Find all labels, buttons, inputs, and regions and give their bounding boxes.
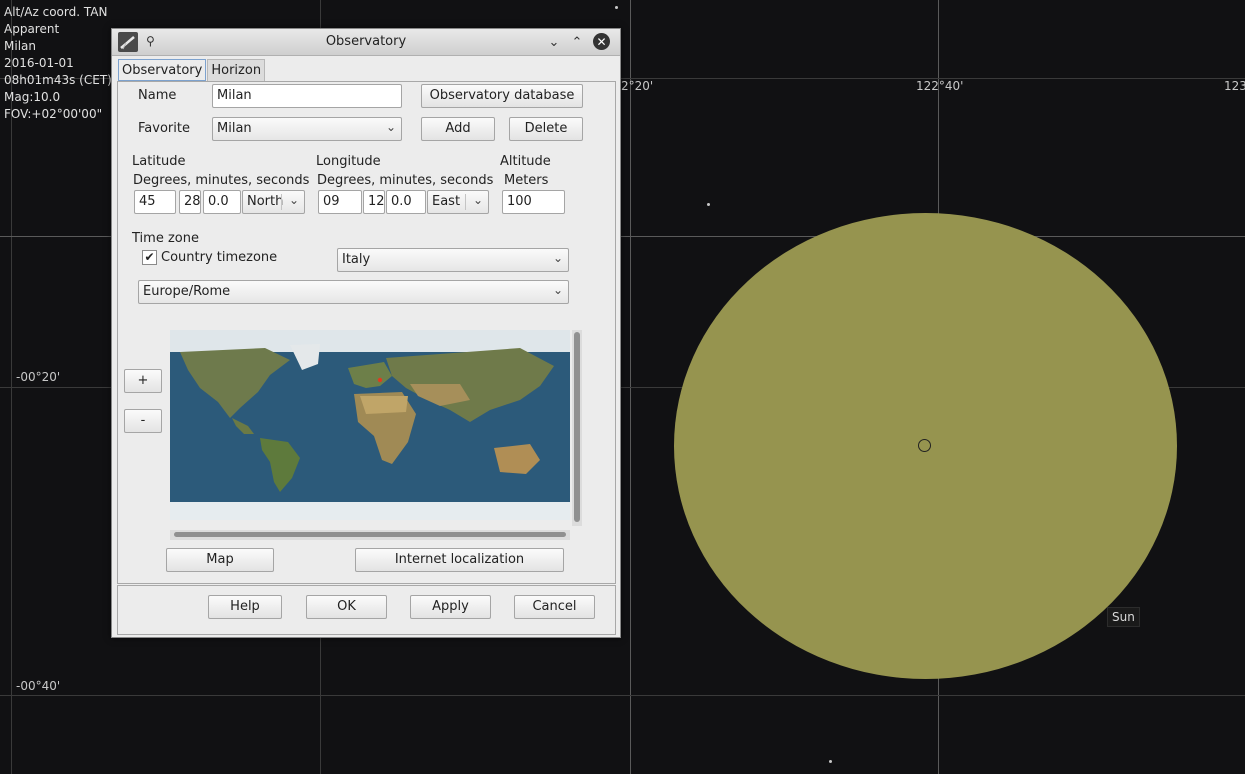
cancel-button[interactable]: Cancel xyxy=(514,595,595,619)
grid-line xyxy=(0,695,1245,696)
favorite-label: Favorite xyxy=(138,121,190,136)
longitude-minutes-input[interactable]: 12 xyxy=(363,190,385,214)
name-input[interactable]: Milan xyxy=(212,84,402,108)
info-mode: Apparent xyxy=(4,22,60,36)
timezone-select-value: Europe/Rome xyxy=(143,284,231,299)
latitude-degrees-input[interactable]: 45 xyxy=(134,190,176,214)
star[interactable] xyxy=(829,760,832,763)
observatory-database-button[interactable]: Observatory database xyxy=(421,84,583,108)
add-button[interactable]: Add xyxy=(421,117,495,141)
latitude-hemisphere-select[interactable]: North ⌄ xyxy=(242,190,305,214)
country-timezone-label: Country timezone xyxy=(161,250,278,265)
favorite-select-value: Milan xyxy=(217,121,252,136)
info-location: Milan xyxy=(4,39,36,53)
longitude-seconds-input[interactable]: 0.0 xyxy=(386,190,426,214)
sky-info-panel: Alt/Az coord. TAN Apparent Milan 2016-01… xyxy=(4,4,112,123)
longitude-hemisphere-select[interactable]: East ⌄ xyxy=(427,190,489,214)
longitude-hemisphere-value: East xyxy=(432,194,461,209)
latitude-label: Latitude xyxy=(132,154,186,169)
chevron-down-icon: ⌄ xyxy=(552,251,563,265)
help-button[interactable]: Help xyxy=(208,595,282,619)
name-label: Name xyxy=(138,88,177,103)
combo-separator xyxy=(465,194,466,210)
dec-label: -00°40' xyxy=(16,679,61,693)
ok-button[interactable]: OK xyxy=(306,595,387,619)
apply-button[interactable]: Apply xyxy=(410,595,491,619)
map-button[interactable]: Map xyxy=(166,548,274,572)
altitude-units-label: Meters xyxy=(504,173,549,188)
zoom-out-button[interactable]: - xyxy=(124,409,162,433)
altitude-label: Altitude xyxy=(500,154,551,169)
country-timezone-checkbox[interactable]: ✔ xyxy=(142,250,157,265)
longitude-degrees-input[interactable]: 09 xyxy=(318,190,362,214)
observatory-dialog: ⚲ Observatory ⌄ ⌃ ✕ Observatory Horizon … xyxy=(111,28,621,638)
country-select[interactable]: Italy ⌄ xyxy=(337,248,569,272)
chevron-down-icon: ⌄ xyxy=(472,193,483,207)
maximize-icon[interactable]: ⌃ xyxy=(568,33,586,51)
dialog-title: Observatory xyxy=(325,34,407,49)
longitude-units-label: Degrees, minutes, seconds xyxy=(317,173,494,188)
latitude-seconds-input[interactable]: 0.0 xyxy=(203,190,241,214)
chevron-down-icon: ⌄ xyxy=(288,193,299,207)
info-date: 2016-01-01 xyxy=(4,56,74,70)
tab-bar: Observatory Horizon xyxy=(118,59,266,81)
star[interactable] xyxy=(707,203,710,206)
map-vertical-scrollbar[interactable] xyxy=(572,330,582,526)
map-horizontal-scrollbar[interactable] xyxy=(170,530,570,540)
altitude-input[interactable]: 100 xyxy=(502,190,565,214)
title-bar[interactable]: ⚲ Observatory ⌄ ⌃ ✕ xyxy=(112,29,620,56)
info-projection: Alt/Az coord. TAN xyxy=(4,5,108,19)
latitude-units-label: Degrees, minutes, seconds xyxy=(133,173,310,188)
timezone-select[interactable]: Europe/Rome ⌄ xyxy=(138,280,569,304)
info-fov: FOV:+02°00'00" xyxy=(4,107,103,121)
dialog-footer: Help OK Apply Cancel xyxy=(117,585,616,635)
internet-localization-button[interactable]: Internet localization xyxy=(355,548,564,572)
star[interactable] xyxy=(615,6,618,9)
delete-button[interactable]: Delete xyxy=(509,117,583,141)
zoom-in-button[interactable]: + xyxy=(124,369,162,393)
combo-separator xyxy=(281,194,282,210)
world-map[interactable] xyxy=(170,330,570,520)
longitude-label: Longitude xyxy=(316,154,381,169)
sun-label: Sun xyxy=(1107,607,1140,627)
observatory-pane: Name Milan Observatory database Favorite… xyxy=(117,81,616,584)
timezone-label: Time zone xyxy=(132,231,199,246)
tab-horizon[interactable]: Horizon xyxy=(207,59,266,81)
dec-label: -00°20' xyxy=(16,370,61,384)
scrollbar-thumb[interactable] xyxy=(174,532,566,537)
chevron-down-icon: ⌄ xyxy=(385,120,396,134)
close-icon[interactable]: ✕ xyxy=(593,33,610,50)
ra-label: 122°40' xyxy=(916,79,964,93)
sun-center-marker xyxy=(918,439,931,452)
minimize-icon[interactable]: ⌄ xyxy=(545,33,563,51)
info-time: 08h01m43s (CET) xyxy=(4,73,112,87)
chevron-down-icon: ⌄ xyxy=(552,283,563,297)
country-select-value: Italy xyxy=(342,252,371,267)
favorite-select[interactable]: Milan ⌄ xyxy=(212,117,402,141)
ra-label: 123 xyxy=(1224,79,1245,93)
info-magnitude: Mag:10.0 xyxy=(4,90,61,104)
tab-observatory[interactable]: Observatory xyxy=(118,59,207,81)
latitude-minutes-input[interactable]: 28 xyxy=(179,190,201,214)
latitude-hemisphere-value: North xyxy=(247,194,284,209)
world-map-image xyxy=(170,330,570,520)
ra-label: 2°20' xyxy=(621,79,654,93)
scrollbar-thumb[interactable] xyxy=(574,332,580,522)
